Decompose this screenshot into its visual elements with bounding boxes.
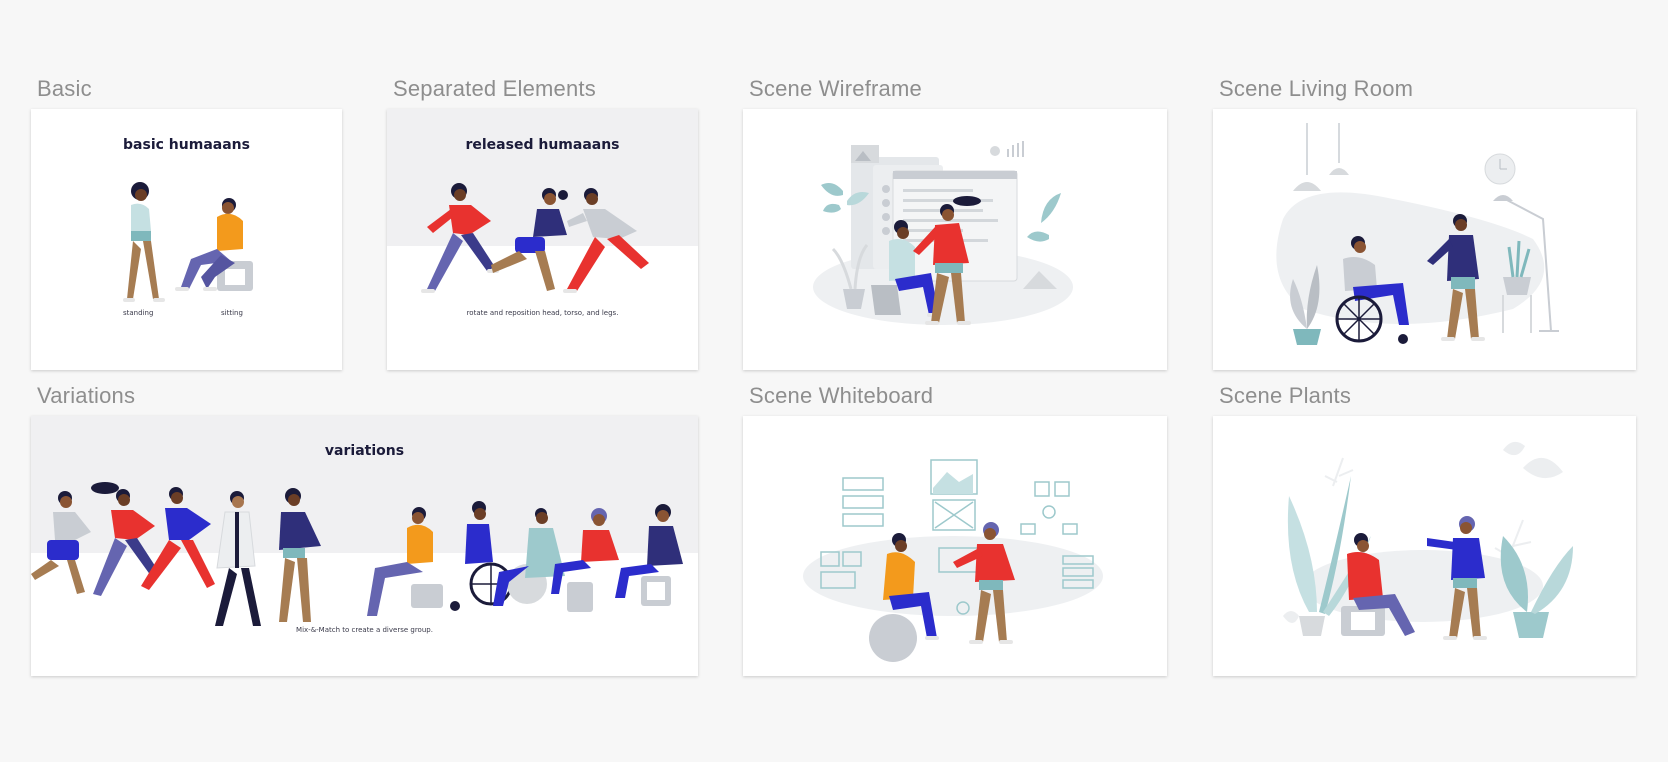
- basic-illustration: [123, 182, 253, 302]
- frame-label-scene-whiteboard[interactable]: Scene Whiteboard: [749, 383, 933, 409]
- sitting-person-illustration: [175, 198, 253, 291]
- frame-scene-plants[interactable]: [1213, 416, 1636, 676]
- frame-scene-wireframe[interactable]: [743, 109, 1167, 370]
- separated-illustration: [421, 183, 649, 293]
- whiteboard-scene-illustration: [803, 459, 1103, 662]
- frame-separated-elements[interactable]: released humaaans rotate and reposition …: [387, 109, 698, 370]
- frame-scene-whiteboard[interactable]: [743, 416, 1167, 676]
- person-navy-illustration: [491, 188, 568, 291]
- frame-label-scene-wireframe[interactable]: Scene Wireframe: [749, 76, 922, 102]
- variation-person-4: [215, 491, 261, 626]
- frame-label-variations[interactable]: Variations: [37, 383, 135, 409]
- caption-sitting: sitting: [221, 309, 243, 317]
- standing-person-illustration: [123, 182, 165, 302]
- variation-person-6: [367, 507, 443, 616]
- caption-mix-match: Mix-&-Match to create a diverse group.: [296, 626, 433, 634]
- variation-person-9: [551, 508, 619, 612]
- variation-person-10: [615, 504, 683, 606]
- wireframe-scene-illustration: [813, 141, 1073, 325]
- frame-basic[interactable]: basic humaaans standing sitting: [31, 109, 342, 370]
- frame-label-separated-elements[interactable]: Separated Elements: [393, 76, 596, 102]
- frame-label-scene-living-room[interactable]: Scene Living Room: [1219, 76, 1413, 102]
- person-red-illustration: [421, 183, 499, 293]
- variation-person-5: [279, 488, 321, 622]
- frame-variations[interactable]: variations Mix-&-Match to create a diver…: [31, 416, 698, 676]
- frame-label-basic[interactable]: Basic: [37, 76, 92, 102]
- variation-person-1: [31, 491, 91, 594]
- plants-scene-illustration: [1283, 441, 1573, 640]
- variation-person-3: [141, 487, 215, 590]
- caption-rotate: rotate and reposition head, torso, and l…: [466, 309, 619, 317]
- frame-scene-living-room[interactable]: [1213, 109, 1636, 370]
- frame-label-scene-plants[interactable]: Scene Plants: [1219, 383, 1351, 409]
- person-grey-illustration: [563, 188, 649, 293]
- living-room-scene-illustration: [1276, 123, 1559, 345]
- caption-standing: standing: [123, 309, 154, 317]
- variations-illustration: [31, 482, 683, 626]
